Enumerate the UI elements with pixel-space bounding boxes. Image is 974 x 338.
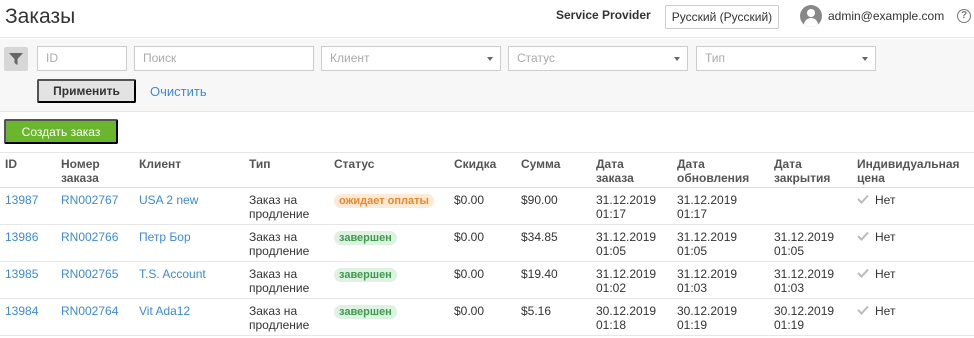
type-select[interactable]: Тип [696,46,876,71]
update-date: 31.12.2019 01:17 [677,193,738,221]
order-id-link[interactable]: 13985 [5,267,38,281]
column-header-discount[interactable]: Скидка [454,157,496,171]
order-number-link[interactable]: RN002767 [61,193,118,207]
order-type: Заказ на продление [249,230,310,258]
apply-button[interactable]: Применить [37,79,136,103]
check-icon [857,305,869,315]
table-row[interactable]: 13985 RN002765 T.S. Account Заказ на продле… [0,262,974,299]
order-number-link[interactable]: RN002764 [61,304,118,318]
close-date: 31.12.2019 01:03 [774,267,835,295]
client-link[interactable]: T.S. Account [139,267,206,281]
user-email[interactable]: admin@example.com [828,9,944,23]
page-title: Заказы [5,5,76,28]
client-link[interactable]: Петр Бор [139,230,191,244]
client-link[interactable]: USA 2 new [139,193,198,207]
id-filter-input[interactable]: ID [37,46,127,71]
column-header-client[interactable]: Клиент [139,157,181,171]
discount-value: $0.00 [454,193,485,207]
client-select-label: Клиент [330,51,370,65]
sum-value: $19.40 [521,267,558,281]
order-type: Заказ на продление [249,267,310,295]
discount-value: $0.00 [454,304,485,318]
language-button[interactable]: Русский (Русский) [665,5,779,29]
order-id-link[interactable]: 13986 [5,230,38,244]
column-header-status[interactable]: Статус [334,157,374,171]
column-header-number[interactable]: Номер заказа [61,157,125,185]
order-type: Заказ на продление [249,193,310,221]
close-date: 31.12.2019 01:05 [774,230,835,258]
client-link[interactable]: Vit Ada12 [139,304,190,318]
order-id-link[interactable]: 13987 [5,193,38,207]
order-number-link[interactable]: RN002766 [61,230,118,244]
clear-link[interactable]: Очистить [150,84,207,99]
individual-price-value: Нет [875,267,896,281]
table-row[interactable]: 13984 RN002764 Vit Ada12 Заказ на продление… [0,299,974,336]
sum-value: $34.85 [521,230,558,244]
search-input[interactable]: Поиск [134,46,314,71]
order-id-link[interactable]: 13984 [5,304,38,318]
update-date: 31.12.2019 01:03 [677,267,738,295]
individual-price-value: Нет [875,230,896,244]
column-header-id[interactable]: ID [5,157,17,171]
status-badge: завершен [334,305,397,319]
table-row[interactable]: 13987 RN002767 USA 2 new Заказ на продление… [0,188,974,225]
update-date: 31.12.2019 01:05 [677,230,738,258]
column-header-type[interactable]: Тип [249,157,271,171]
order-date: 31.12.2019 01:02 [596,267,657,295]
discount-value: $0.00 [454,230,485,244]
table-row[interactable]: 13986 RN002766 Петр Бор Заказ на продление $… [0,225,974,262]
chevron-down-icon [487,57,493,61]
provider-name[interactable]: Service Provider [556,8,651,22]
column-header-individual-price[interactable]: Индивидуальная цена [857,157,967,185]
column-header-close-date[interactable]: Дата закрытия [774,157,844,185]
funnel-icon[interactable] [4,47,28,71]
check-icon [857,194,869,204]
close-date: 30.12.2019 01:19 [774,304,835,332]
sum-value: $5.16 [521,304,552,318]
top-header: Заказы Service Provider Русский (Русский… [0,0,974,38]
order-type: Заказ на продление [249,304,310,332]
order-date: 31.12.2019 01:05 [596,230,657,258]
order-number-link[interactable]: RN002765 [61,267,118,281]
column-header-update-date[interactable]: Дата обновления [677,157,757,185]
chevron-down-icon [862,57,868,61]
individual-price-value: Нет [875,304,896,318]
check-icon [857,268,869,278]
type-select-label: Тип [705,51,726,65]
create-order-button[interactable]: Создать заказ [4,119,118,144]
chevron-down-icon [674,57,680,61]
column-header-order-date[interactable]: Дата заказа [596,157,656,185]
status-badge: ожидает оплаты [334,194,434,208]
check-icon [857,231,869,241]
table-header: ID Номер заказа Клиент Тип Статус Скидка… [0,152,974,188]
user-avatar-icon[interactable] [800,5,822,27]
table-body: 13987 RN002767 USA 2 new Заказ на продление… [0,188,974,336]
column-header-sum[interactable]: Сумма [521,157,560,171]
help-icon[interactable]: ? [957,9,971,23]
order-date: 30.12.2019 01:18 [596,304,657,332]
status-select-label: Статус [517,51,555,65]
order-date: 31.12.2019 01:17 [596,193,657,221]
update-date: 30.12.2019 01:19 [677,304,738,332]
filter-bar: ID Поиск Клиент Статус Тип Применить Очи… [0,39,974,112]
status-badge: завершен [334,231,397,245]
discount-value: $0.00 [454,267,485,281]
individual-price-value: Нет [875,193,896,207]
orders-table: ID Номер заказа Клиент Тип Статус Скидка… [0,152,974,336]
status-select[interactable]: Статус [508,46,688,71]
status-badge: завершен [334,268,397,282]
sum-value: $90.00 [521,193,558,207]
client-select[interactable]: Клиент [321,46,501,71]
